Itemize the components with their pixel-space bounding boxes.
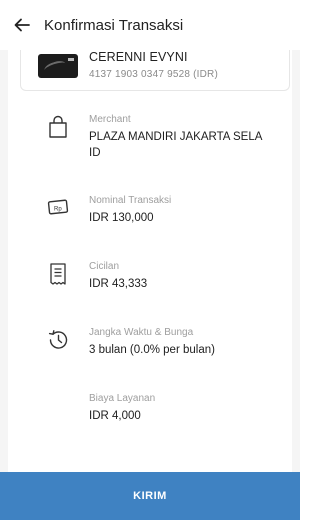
history-clock-icon <box>48 330 68 349</box>
detail-installment: Cicilan IDR 43,333 <box>38 261 278 313</box>
back-button[interactable] <box>8 11 36 39</box>
content-area: CERENNI EVYNI 4137 1903 0347 9528 (IDR) … <box>0 44 300 472</box>
card-account-number: 4137 1903 0347 9528 (IDR) <box>89 69 218 80</box>
amount-value: IDR 130,000 <box>89 212 154 224</box>
detail-merchant: Merchant PLAZA MANDIRI JAKARTA SELA ID <box>38 114 278 166</box>
cash-note-icon: Rp <box>47 199 69 215</box>
merchant-label: Merchant <box>89 114 131 125</box>
merchant-value: PLAZA MANDIRI JAKARTA SELA ID <box>89 131 262 159</box>
tenor-label: Jangka Waktu & Bunga <box>89 327 194 338</box>
detail-service-fee: Biaya Layanan IDR 4,000 <box>38 393 278 445</box>
svg-text:Rp: Rp <box>54 207 62 213</box>
submit-button-label: KIRIM <box>133 490 167 502</box>
receipt-icon <box>50 263 66 285</box>
submit-button[interactable]: KIRIM <box>0 472 300 520</box>
arrow-left-icon <box>14 18 30 32</box>
service-fee-value: IDR 4,000 <box>89 410 141 422</box>
page-title: Konfirmasi Transaksi <box>44 16 184 34</box>
service-fee-label: Biaya Layanan <box>89 393 156 404</box>
card-holder-name: CERENNI EVYNI <box>89 50 188 64</box>
tenor-value: 3 bulan (0.0% per bulan) <box>89 344 215 356</box>
amount-label: Nominal Transaksi <box>89 195 172 206</box>
detail-amount: Rp Nominal Transaksi IDR 130,000 <box>38 195 278 247</box>
detail-tenor: Jangka Waktu & Bunga 3 bulan (0.0% per b… <box>38 327 278 379</box>
app-bar: Konfirmasi Transaksi <box>0 0 300 50</box>
shopping-bag-icon <box>49 115 67 138</box>
installment-value: IDR 43,333 <box>89 278 148 290</box>
source-card: CERENNI EVYNI 4137 1903 0347 9528 (IDR) <box>20 44 290 91</box>
details-panel: CERENNI EVYNI 4137 1903 0347 9528 (IDR) … <box>8 44 292 472</box>
credit-card-image <box>38 54 78 78</box>
installment-label: Cicilan <box>89 261 120 272</box>
